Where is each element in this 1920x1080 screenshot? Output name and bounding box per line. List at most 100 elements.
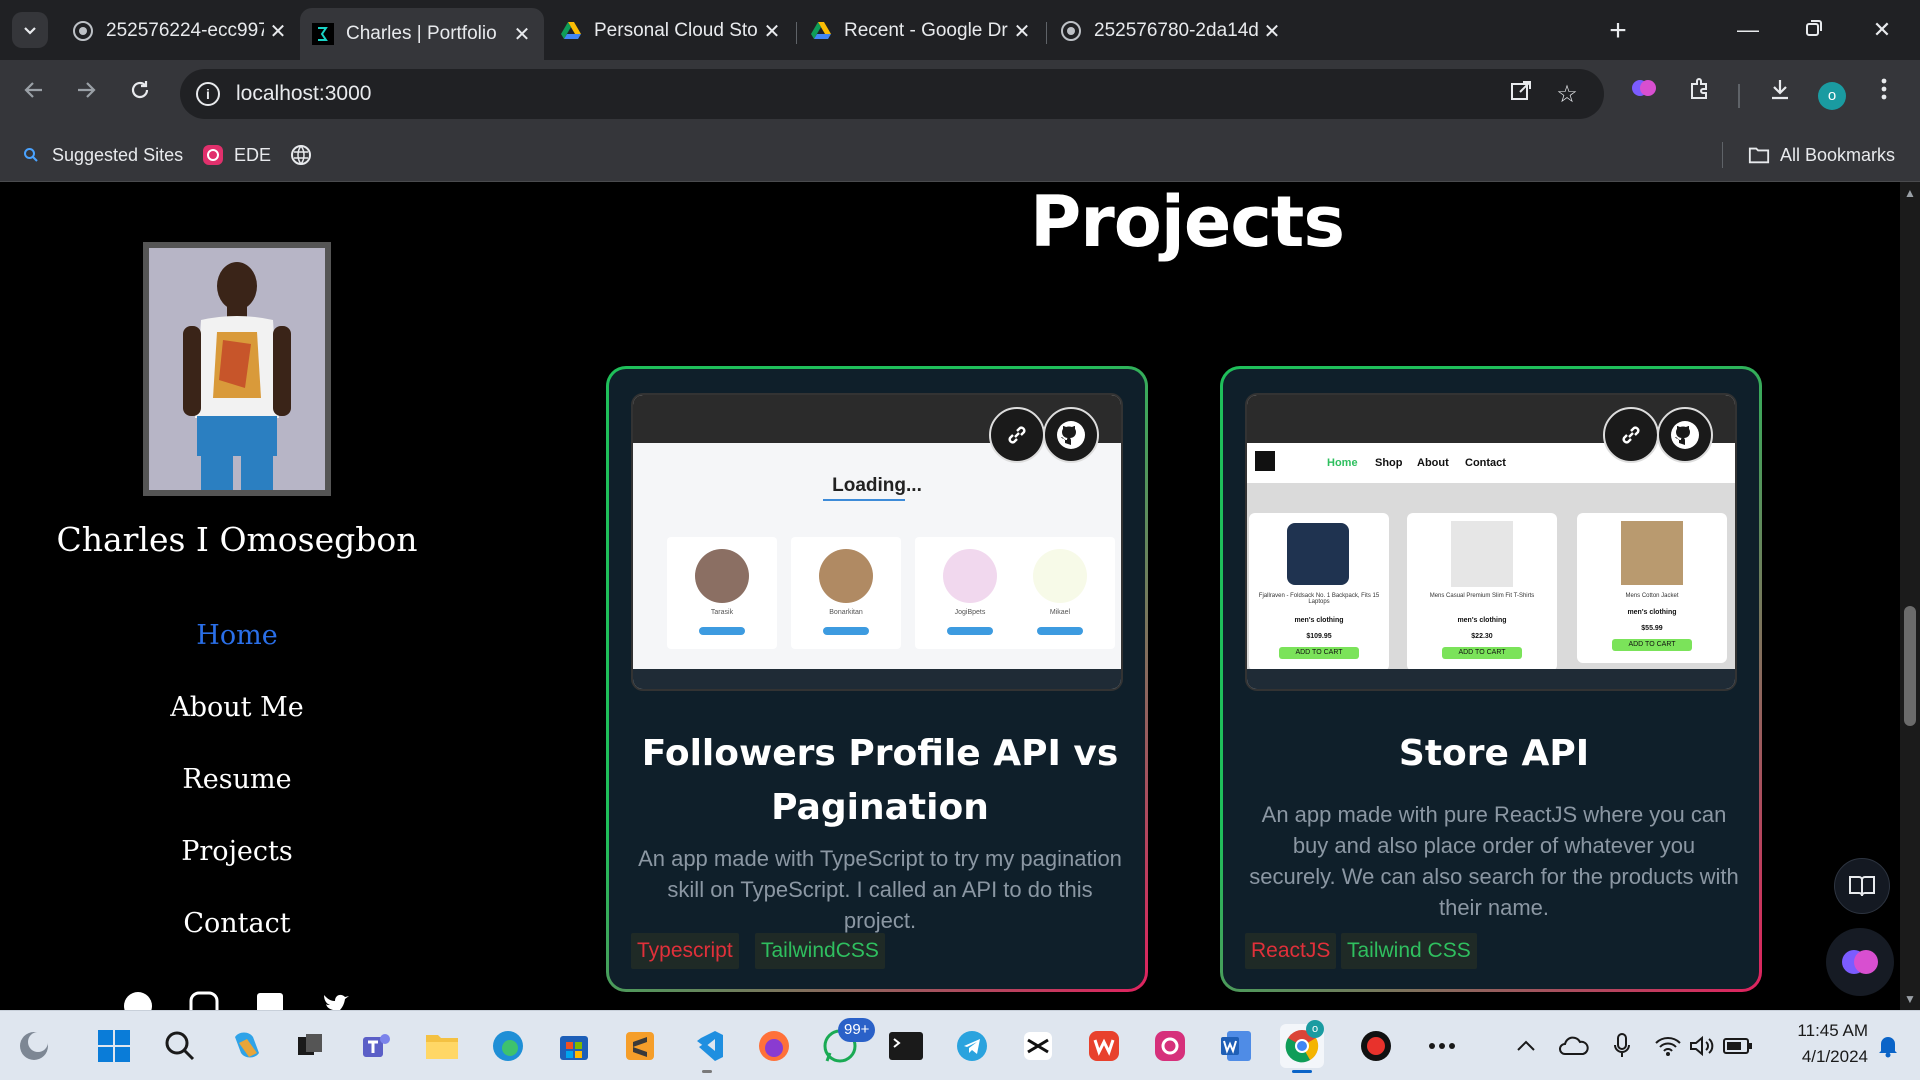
preview-user-card: Tarasik (667, 537, 777, 649)
link-icon (1008, 426, 1026, 444)
more-apps-icon[interactable] (1420, 1024, 1464, 1068)
minimize-button[interactable]: — (1718, 10, 1778, 50)
preview-product-price: $55.99 (1641, 625, 1663, 632)
windows-start-icon[interactable] (92, 1024, 136, 1068)
word-icon[interactable] (1214, 1024, 1258, 1068)
chrome-profile-badge: o (1306, 1020, 1324, 1038)
screen-recorder-icon[interactable] (1354, 1024, 1398, 1068)
close-icon[interactable]: ✕ (264, 19, 292, 44)
sublime-text-icon[interactable] (618, 1024, 662, 1068)
notification-bell-icon[interactable] (1866, 1024, 1910, 1068)
page-scrollbar[interactable]: ▲ ▼ (1900, 182, 1920, 1010)
nav-contact[interactable]: Contact (0, 908, 474, 939)
capcut-icon[interactable] (1016, 1024, 1060, 1068)
edge-icon[interactable] (486, 1024, 530, 1068)
close-window-button[interactable]: ✕ (1852, 10, 1912, 50)
show-hidden-icons-chevron-up-icon[interactable] (1504, 1024, 1548, 1068)
search-icon (20, 144, 42, 166)
weather-widget-icon[interactable] (12, 1024, 56, 1068)
preview-product-card: Mens Cotton Jacket men's clothing $55.99… (1577, 513, 1727, 663)
microphone-icon[interactable] (1600, 1024, 1644, 1068)
github-repo-button[interactable] (1043, 407, 1099, 463)
url-text: localhost:3000 (236, 82, 372, 105)
whatsapp-icon[interactable]: 99+ (818, 1018, 876, 1068)
all-bookmarks-button[interactable]: All Bookmarks (1748, 142, 1895, 168)
search-icon[interactable] (158, 1024, 202, 1068)
tag-typescript: Typescript (631, 933, 739, 969)
firefox-icon[interactable] (752, 1024, 796, 1068)
reload-button[interactable] (120, 74, 160, 114)
preview-add-to-cart: ADD TO CART (1442, 647, 1522, 659)
live-demo-link-button[interactable] (1603, 407, 1659, 463)
live-demo-link-button[interactable] (989, 407, 1045, 463)
nav-resume[interactable]: Resume (0, 764, 474, 795)
close-icon[interactable]: ✕ (1258, 19, 1286, 44)
bookmark-star-icon[interactable]: ☆ (1552, 80, 1582, 110)
preview-product-card: Mens Casual Premium Slim Fit T-Shirts me… (1407, 513, 1557, 671)
instagram-icon[interactable] (1148, 1024, 1192, 1068)
bookmark-label: EDE (234, 144, 272, 165)
scroll-down-icon[interactable]: ▼ (1900, 990, 1920, 1008)
teams-icon[interactable] (354, 1024, 398, 1068)
tab-title: Charles | Portfolio (346, 23, 497, 44)
nav-about-me[interactable]: About Me (0, 692, 474, 723)
back-button[interactable] (14, 74, 54, 114)
screen: 252576224-ecc997bf-173 ✕ Charles | Portf… (0, 0, 1920, 1080)
scroll-up-icon[interactable]: ▲ (1900, 184, 1920, 202)
chrome-icon[interactable]: o (1280, 1020, 1324, 1073)
file-explorer-icon[interactable] (420, 1024, 464, 1068)
close-icon[interactable]: ✕ (758, 19, 786, 44)
forward-button[interactable] (66, 74, 106, 114)
tab-3[interactable]: Personal Cloud Storage & ✕ (548, 10, 794, 52)
address-bar[interactable]: i localhost:3000 ☆ (180, 69, 1604, 119)
onedrive-cloud-icon[interactable] (1552, 1024, 1596, 1068)
bookmark-ede[interactable]: EDE (202, 142, 271, 168)
preview-user-name: Bonarkitan (829, 609, 863, 616)
telegram-icon[interactable] (950, 1024, 994, 1068)
instagram-icon[interactable] (188, 990, 220, 1010)
menu-kebab-icon[interactable] (1864, 74, 1904, 114)
open-in-app-icon[interactable] (1506, 80, 1536, 110)
bookmark-suggested-sites[interactable]: Suggested Sites (20, 142, 183, 168)
preview-product-price: $109.95 (1306, 633, 1332, 640)
vscode-icon[interactable] (686, 1024, 730, 1073)
task-view-icon[interactable] (288, 1024, 332, 1068)
clock-time[interactable]: 11:45 AM (1770, 1021, 1868, 1041)
tab-4[interactable]: Recent - Google Drive ✕ (798, 10, 1044, 52)
linkedin-icon[interactable] (254, 990, 286, 1010)
ai-assistant-button[interactable] (1826, 928, 1894, 996)
bookmark-divider (1722, 142, 1723, 168)
page-viewport: Charles I Omosegbon Home About Me Resume… (0, 182, 1900, 1010)
clock-date[interactable]: 4/1/2024 (1770, 1047, 1868, 1067)
downloads-icon[interactable] (1760, 74, 1800, 114)
close-icon[interactable]: ✕ (508, 22, 536, 47)
scroll-thumb[interactable] (1904, 606, 1916, 726)
terminal-icon[interactable] (884, 1024, 928, 1068)
active-indicator (1292, 1070, 1312, 1073)
github-repo-button[interactable] (1657, 407, 1713, 463)
copilot-icon[interactable] (224, 1024, 268, 1068)
tab-title: 252576224-ecc997bf-173 (106, 20, 264, 41)
site-info-icon[interactable]: i (196, 82, 220, 106)
projects-section: Projects Loading... Tarasik Bonarkitan J… (474, 182, 1900, 1010)
tab-2[interactable]: Charles | Portfolio ✕ (300, 8, 544, 60)
nav-projects[interactable]: Projects (0, 836, 474, 867)
extensions-puzzle-icon[interactable] (1680, 74, 1720, 114)
tab-strip: 252576224-ecc997bf-173 ✕ Charles | Portf… (0, 0, 1920, 60)
profile-avatar[interactable]: o (1818, 82, 1846, 110)
tab-1[interactable]: 252576224-ecc997bf-173 ✕ (60, 10, 300, 52)
nav-home[interactable]: Home (0, 620, 474, 651)
new-tab-button[interactable]: + (1600, 14, 1636, 50)
extension-brain-icon[interactable] (1624, 74, 1664, 114)
wps-office-icon[interactable] (1082, 1024, 1126, 1068)
tab-search-button[interactable] (12, 12, 48, 48)
github-icon[interactable] (122, 990, 154, 1010)
reader-mode-button[interactable] (1834, 858, 1890, 914)
microsoft-store-icon[interactable] (552, 1024, 596, 1068)
restore-button[interactable] (1784, 10, 1844, 50)
twitter-icon[interactable] (320, 990, 352, 1010)
tab-5[interactable]: 252576780-2da14dd0-c2 ✕ (1048, 10, 1294, 52)
battery-icon[interactable] (1716, 1024, 1760, 1068)
bookmark-globe[interactable] (290, 142, 322, 168)
close-icon[interactable]: ✕ (1008, 19, 1036, 44)
